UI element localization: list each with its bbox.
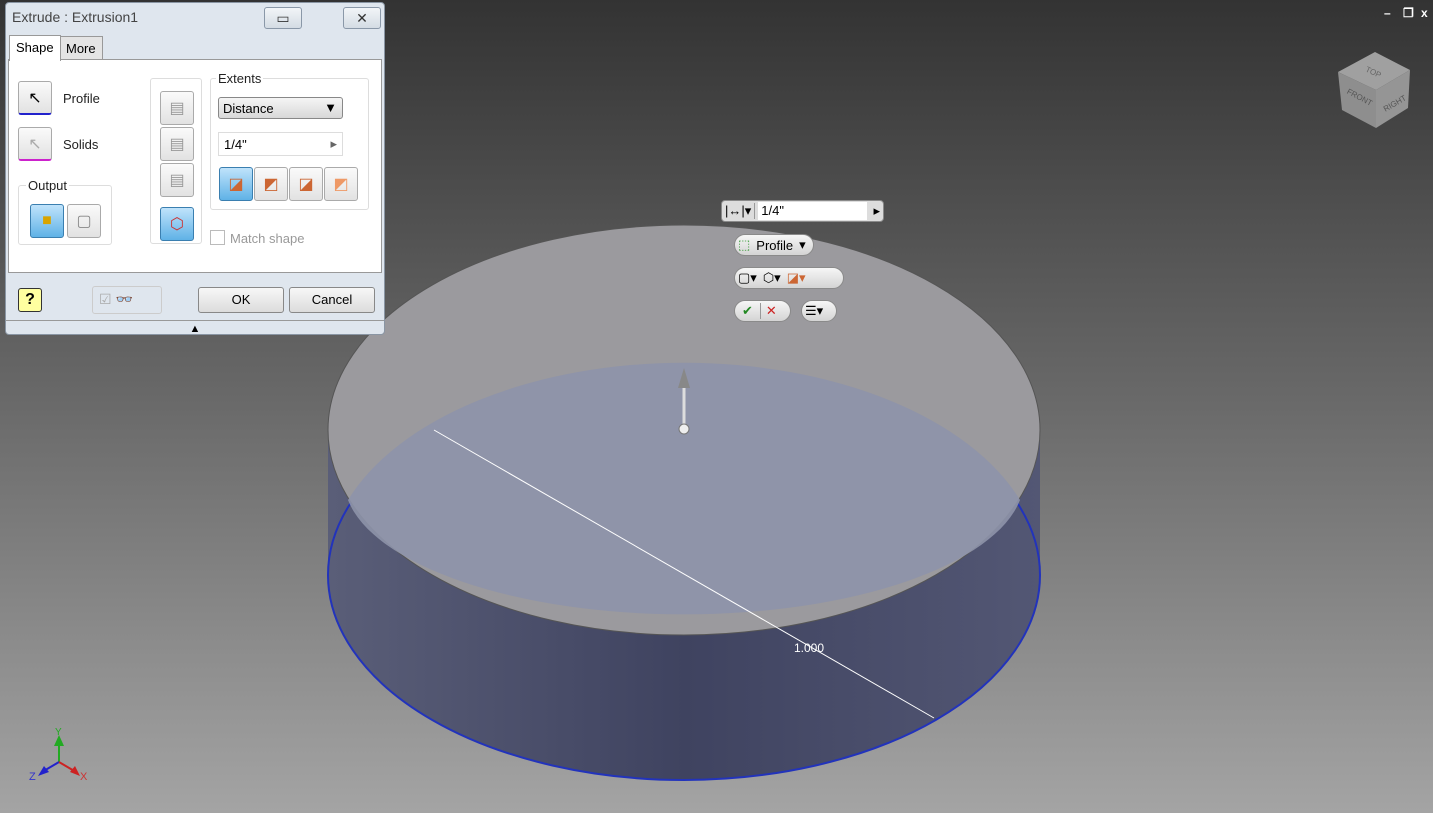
chevron-down-icon: ▼ bbox=[324, 100, 337, 115]
surface-cube-icon: ▢ bbox=[76, 213, 92, 230]
asymmetric-button[interactable]: ◩ bbox=[324, 167, 358, 201]
options-menu-button[interactable]: ☰▾ bbox=[801, 300, 837, 322]
intersect-button[interactable]: ▤ bbox=[160, 163, 194, 197]
solid-output-button[interactable]: ■ bbox=[30, 204, 64, 238]
intersect-icon: ▤ bbox=[169, 172, 185, 189]
cut-icon: ▤ bbox=[169, 136, 185, 153]
solid-output-icon[interactable]: ▢▾ bbox=[735, 270, 760, 286]
svg-text:X: X bbox=[80, 771, 88, 783]
distance-input[interactable]: 1/4" bbox=[758, 202, 868, 220]
shape-panel: ↖ Profile ↖ Solids Output ■ ▢ ▤ ▤ ▤ ⬡ Ex… bbox=[8, 59, 382, 273]
close-dialog-button[interactable]: ✕ bbox=[343, 7, 381, 29]
direction-icon[interactable]: ◪▾ bbox=[784, 270, 809, 286]
arrow-up-icon: ▲ bbox=[189, 323, 201, 335]
match-shape-label: Match shape bbox=[230, 231, 305, 246]
extents-label: Extents bbox=[216, 71, 264, 86]
cylinder[interactable] bbox=[327, 224, 1041, 781]
cut-button[interactable]: ▤ bbox=[160, 127, 194, 161]
close-viewport-button[interactable]: x bbox=[1421, 6, 1428, 20]
surface-output-button[interactable]: ▢ bbox=[67, 204, 101, 238]
expand-dialog-button[interactable]: ▲ bbox=[6, 320, 384, 335]
output-label: Output bbox=[26, 178, 70, 193]
solids-select-button[interactable]: ↖ bbox=[18, 127, 52, 161]
ok-check-icon[interactable]: ✔ bbox=[735, 303, 760, 319]
cursor-icon: ↖ bbox=[28, 89, 42, 107]
ok-button[interactable]: OK bbox=[198, 287, 284, 313]
cursor-icon: ↖ bbox=[28, 135, 42, 153]
help-icon: ? bbox=[25, 291, 35, 308]
direction-1-button[interactable]: ◪ bbox=[219, 167, 253, 201]
asymmetric-icon: ◩ bbox=[333, 176, 349, 193]
svg-text:Y: Y bbox=[55, 727, 62, 738]
tab-more[interactable]: More bbox=[59, 36, 103, 60]
diameter-dimension-value[interactable]: 1.000 bbox=[794, 641, 824, 655]
output-minibuttons: ▢▾ ⬡▾ ◪▾ bbox=[734, 267, 844, 289]
new-solid-button[interactable]: ⬡ bbox=[160, 207, 194, 241]
join-icon: ▤ bbox=[169, 100, 185, 117]
extrude-dialog: Extrude : Extrusion1 ▭ ✕ Shape More ↖ Pr… bbox=[5, 2, 385, 335]
cancel-button[interactable]: Cancel bbox=[289, 287, 375, 313]
extents-dropdown[interactable]: Distance ▼ bbox=[218, 97, 343, 119]
distance-minitoolbar: |↔|▾ 1/4" ▸ bbox=[721, 200, 884, 222]
solids-label: Solids bbox=[63, 137, 99, 152]
symmetric-button[interactable]: ◪ bbox=[289, 167, 323, 201]
checkbox-icon: ☑ bbox=[99, 291, 112, 307]
tab-shape[interactable]: Shape bbox=[9, 35, 61, 61]
solid-cube-icon: ■ bbox=[42, 212, 52, 229]
direction-2-button[interactable]: ◩ bbox=[254, 167, 288, 201]
distance-input[interactable]: 1/4" ▸ bbox=[218, 132, 343, 156]
arrow-right-icon[interactable]: ▸ bbox=[330, 136, 337, 152]
collapse-dialog-button[interactable]: ▭ bbox=[264, 7, 302, 29]
chevron-down-icon[interactable]: ▾ bbox=[796, 237, 809, 253]
minimize-button[interactable]: – bbox=[1384, 6, 1391, 20]
preview-toggle[interactable]: ☑ 👓 bbox=[92, 286, 162, 314]
new-solid-icon[interactable]: ⬡▾ bbox=[760, 270, 784, 286]
match-shape-checkbox[interactable] bbox=[210, 230, 225, 245]
profile-label: Profile bbox=[63, 91, 100, 106]
direction-icon: ◩ bbox=[263, 176, 279, 193]
new-solid-icon: ⬡ bbox=[170, 216, 184, 233]
distance-type-dropdown[interactable]: |↔|▾ bbox=[722, 203, 756, 219]
restore-button[interactable]: ❐ bbox=[1403, 6, 1414, 20]
dialog-title: Extrude : Extrusion1 bbox=[12, 9, 139, 25]
join-button[interactable]: ▤ bbox=[160, 91, 194, 125]
help-button[interactable]: ? bbox=[18, 288, 42, 312]
confirm-minibuttons: ✔ ✕ bbox=[734, 300, 791, 322]
list-icon: ☰▾ bbox=[805, 303, 824, 318]
cancel-x-icon[interactable]: ✕ bbox=[759, 303, 782, 319]
glasses-icon: 👓 bbox=[115, 291, 133, 307]
symmetric-icon: ◪ bbox=[298, 176, 314, 193]
arrow-right-icon[interactable]: ▸ bbox=[870, 203, 883, 219]
direction-icon: ◪ bbox=[228, 176, 244, 193]
profile-select-button[interactable]: ↖ bbox=[18, 81, 52, 115]
svg-text:Z: Z bbox=[29, 771, 36, 783]
profile-minibutton[interactable]: ⬚ Profile ▾ bbox=[734, 234, 814, 256]
profile-select-icon: ⬚ bbox=[738, 237, 751, 252]
